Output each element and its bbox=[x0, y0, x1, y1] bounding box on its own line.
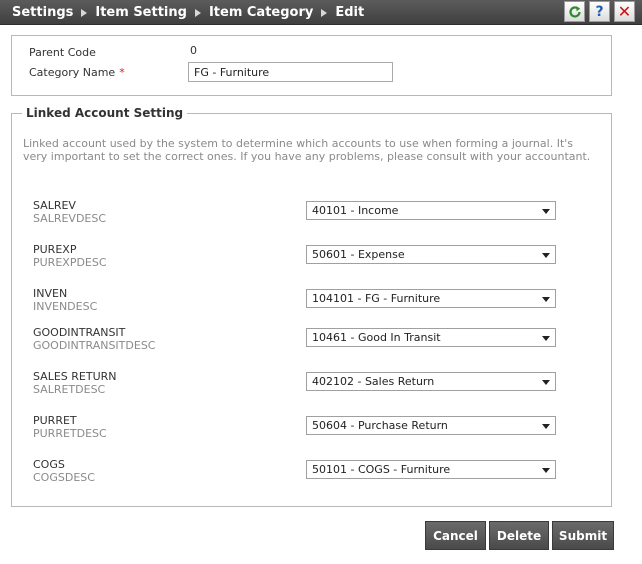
chevron-down-icon bbox=[542, 468, 550, 473]
parent-code-value: 0 bbox=[190, 44, 197, 57]
close-button[interactable]: ✕ bbox=[614, 1, 635, 22]
help-button[interactable]: ? bbox=[589, 1, 610, 22]
account-row-cogs: COGS COGSDESC 50101 - COGS - Furniture bbox=[33, 458, 558, 488]
account-desc: SALRETDESC bbox=[33, 383, 106, 396]
select-value: 40101 - Income bbox=[312, 204, 399, 217]
cogs-select[interactable]: 50101 - COGS - Furniture bbox=[306, 460, 556, 479]
account-row-sales-return: SALES RETURN SALRETDESC 402102 - Sales R… bbox=[33, 370, 558, 400]
chevron-down-icon bbox=[542, 336, 550, 341]
account-code: PURRET bbox=[33, 414, 77, 427]
purret-select[interactable]: 50604 - Purchase Return bbox=[306, 416, 556, 435]
sales-return-select[interactable]: 402102 - Sales Return bbox=[306, 372, 556, 391]
account-row-goodintransit: GOODINTRANSIT GOODINTRANSITDESC 10461 - … bbox=[33, 326, 558, 356]
submit-button[interactable]: Submit bbox=[552, 521, 614, 550]
breadcrumb-arrow-icon bbox=[194, 9, 201, 17]
select-value: 402102 - Sales Return bbox=[312, 375, 435, 388]
select-value: 10461 - Good In Transit bbox=[312, 331, 441, 344]
chevron-down-icon bbox=[542, 253, 550, 258]
title-bar: Settings Item Setting Item Category Edit… bbox=[0, 0, 642, 25]
account-row-purret: PURRET PURRETDESC 50604 - Purchase Retur… bbox=[33, 414, 558, 444]
account-row-purexp: PUREXP PUREXPDESC 50601 - Expense bbox=[33, 243, 558, 273]
required-mark: * bbox=[119, 66, 125, 79]
breadcrumb-arrow-icon bbox=[81, 9, 88, 17]
salrev-select[interactable]: 40101 - Income bbox=[306, 201, 556, 220]
purexp-select[interactable]: 50601 - Expense bbox=[306, 245, 556, 264]
breadcrumb-item-setting[interactable]: Item Setting bbox=[95, 5, 187, 20]
account-desc: INVENDESC bbox=[33, 300, 98, 313]
account-code: SALREV bbox=[33, 199, 76, 212]
select-value: 50604 - Purchase Return bbox=[312, 419, 448, 432]
cancel-button[interactable]: Cancel bbox=[425, 521, 486, 550]
breadcrumb-arrow-icon bbox=[321, 9, 328, 17]
refresh-button[interactable] bbox=[564, 1, 585, 22]
select-value: 50101 - COGS - Furniture bbox=[312, 463, 451, 476]
account-desc: GOODINTRANSITDESC bbox=[33, 339, 156, 352]
account-row-inven: INVEN INVENDESC 104101 - FG - Furniture bbox=[33, 287, 558, 317]
account-desc: SALREVDESC bbox=[33, 212, 107, 225]
account-code: COGS bbox=[33, 458, 65, 471]
help-icon: ? bbox=[595, 3, 604, 20]
refresh-icon bbox=[568, 5, 581, 18]
account-desc: PUREXPDESC bbox=[33, 256, 107, 269]
chevron-down-icon bbox=[542, 297, 550, 302]
account-code: GOODINTRANSIT bbox=[33, 326, 126, 339]
breadcrumb: Settings Item Setting Item Category Edit bbox=[12, 0, 364, 24]
account-code: SALES RETURN bbox=[33, 370, 117, 383]
select-value: 104101 - FG - Furniture bbox=[312, 292, 441, 305]
chevron-down-icon bbox=[542, 209, 550, 214]
inven-select[interactable]: 104101 - FG - Furniture bbox=[306, 289, 556, 308]
breadcrumb-item-category[interactable]: Item Category bbox=[209, 5, 313, 20]
category-name-label: Category Name * bbox=[29, 66, 125, 79]
chevron-down-icon bbox=[542, 424, 550, 429]
parent-code-label: Parent Code bbox=[29, 46, 96, 59]
breadcrumb-edit: Edit bbox=[335, 4, 365, 20]
account-desc: COGSDESC bbox=[33, 471, 95, 484]
delete-button[interactable]: Delete bbox=[489, 521, 549, 550]
chevron-down-icon bbox=[542, 380, 550, 385]
category-name-label-text: Category Name bbox=[29, 66, 116, 79]
goodintransit-select[interactable]: 10461 - Good In Transit bbox=[306, 328, 556, 347]
category-name-input[interactable] bbox=[188, 62, 393, 82]
linked-account-legend: Linked Account Setting bbox=[22, 106, 188, 120]
account-row-salrev: SALREV SALREVDESC 40101 - Income bbox=[33, 199, 558, 229]
select-value: 50601 - Expense bbox=[312, 248, 405, 261]
account-code: PUREXP bbox=[33, 243, 77, 256]
close-icon: ✕ bbox=[617, 2, 632, 21]
account-code: INVEN bbox=[33, 287, 68, 300]
account-desc: PURRETDESC bbox=[33, 427, 107, 440]
linked-account-note: Linked account used by the system to det… bbox=[23, 137, 591, 163]
breadcrumb-settings[interactable]: Settings bbox=[12, 5, 73, 20]
